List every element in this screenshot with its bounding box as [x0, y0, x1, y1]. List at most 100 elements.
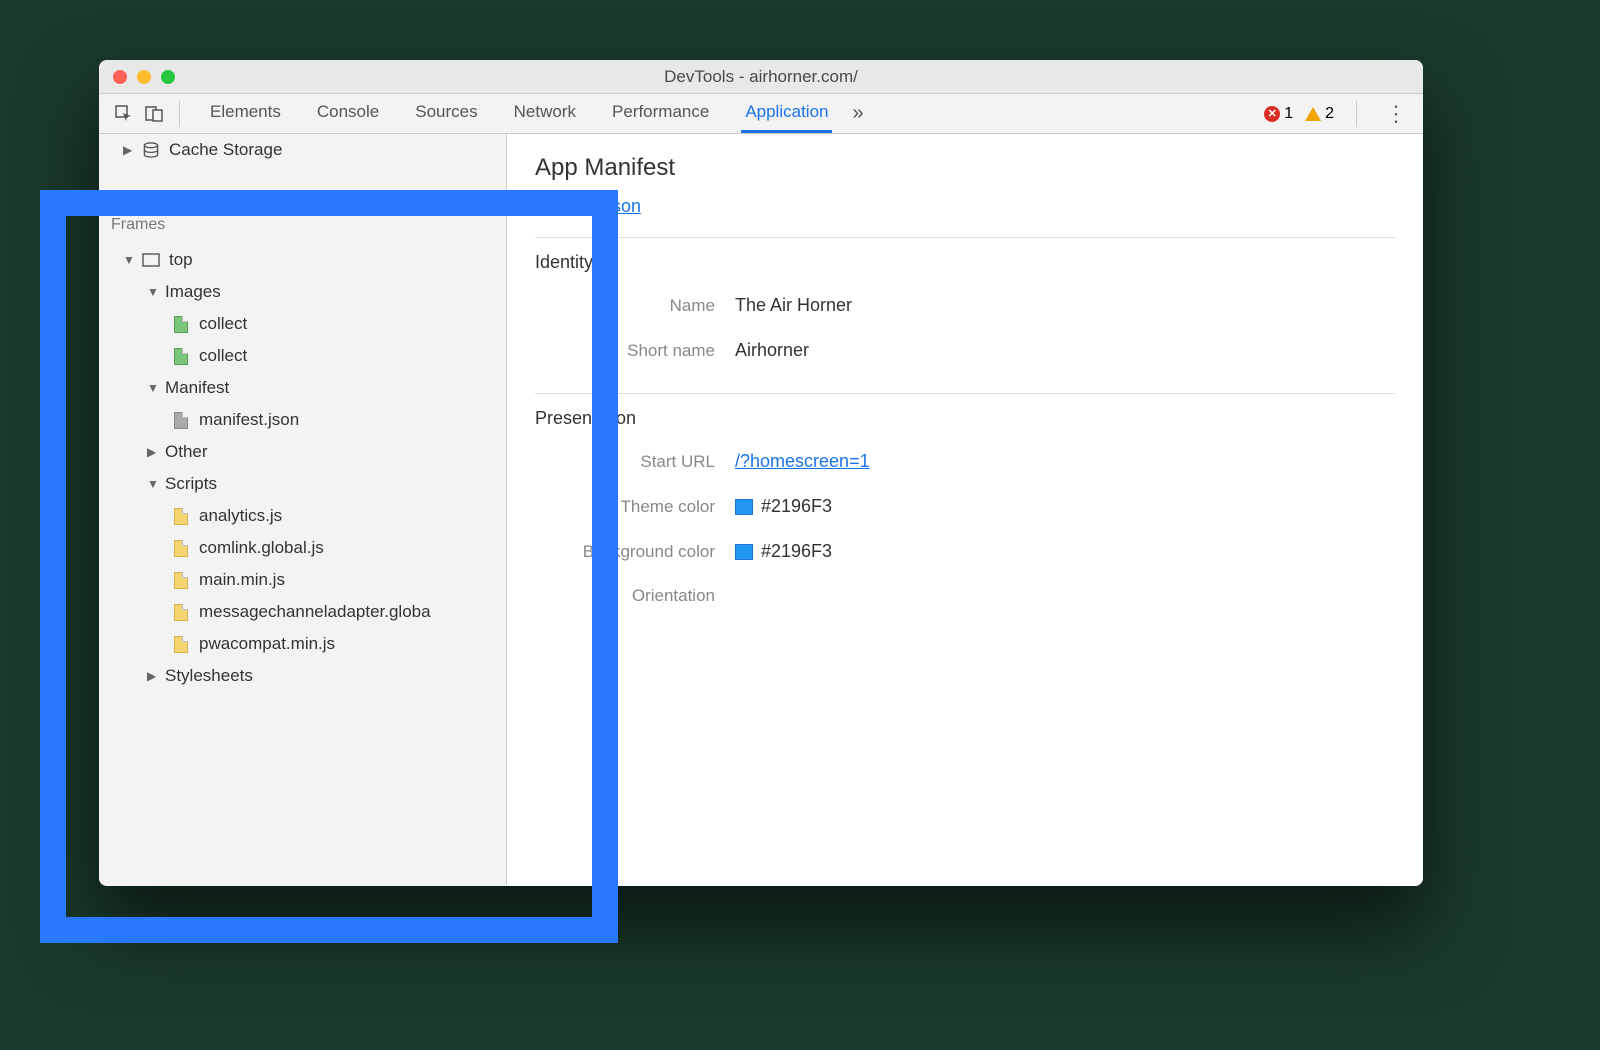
page-title: App Manifest: [535, 154, 1395, 182]
frame-top[interactable]: top: [99, 244, 506, 276]
script-file-icon: [171, 635, 191, 653]
identity-section-title: Identity: [535, 237, 1395, 283]
warning-count[interactable]: 2: [1305, 105, 1334, 123]
group-scripts-label: Scripts: [165, 474, 217, 494]
start-url-value[interactable]: /?homescreen=1: [735, 451, 870, 472]
chevron-down-icon: [147, 381, 161, 395]
frame-icon: [141, 251, 161, 269]
group-stylesheets-label: Stylesheets: [165, 666, 253, 686]
file-label: pwacompat.min.js: [199, 634, 335, 654]
row-bg-color: Background color #2196F3: [535, 529, 1395, 574]
chevron-down-icon: [123, 253, 137, 267]
tab-network[interactable]: Network: [510, 94, 580, 133]
file-analytics[interactable]: analytics.js: [99, 500, 506, 532]
sidebar-item-cache-storage[interactable]: Cache Storage: [99, 134, 506, 166]
tab-performance[interactable]: Performance: [608, 94, 713, 133]
image-file-icon: [171, 347, 191, 365]
panel-body: Cache Storage Frames top Images collect: [99, 134, 1423, 886]
maximize-window-button[interactable]: [161, 70, 175, 84]
file-label: main.min.js: [199, 570, 285, 590]
file-label: collect: [199, 346, 247, 366]
toolbar-divider: [179, 101, 180, 127]
group-other[interactable]: Other: [99, 436, 506, 468]
sidebar: Cache Storage Frames top Images collect: [99, 134, 507, 886]
group-stylesheets[interactable]: Stylesheets: [99, 660, 506, 692]
group-scripts[interactable]: Scripts: [99, 468, 506, 500]
minimize-window-button[interactable]: [137, 70, 151, 84]
name-value: The Air Horner: [735, 295, 852, 316]
toolbar: Elements Console Sources Network Perform…: [99, 94, 1423, 134]
toolbar-divider-2: [1356, 101, 1357, 127]
frames-section-title: Frames: [99, 206, 506, 244]
presentation-section-title: Presentation: [535, 393, 1395, 439]
script-file-icon: [171, 507, 191, 525]
name-label: Name: [535, 296, 715, 316]
short-name-value: Airhorner: [735, 340, 809, 361]
script-file-icon: [171, 571, 191, 589]
group-manifest-label: Manifest: [165, 378, 229, 398]
frame-top-label: top: [169, 250, 193, 270]
cache-storage-label: Cache Storage: [169, 140, 282, 160]
chevron-down-icon: [147, 477, 161, 491]
file-label: analytics.js: [199, 506, 282, 526]
group-images[interactable]: Images: [99, 276, 506, 308]
file-collect-1[interactable]: collect: [99, 308, 506, 340]
inspect-element-icon[interactable]: [109, 99, 139, 129]
image-file-icon: [171, 315, 191, 333]
script-file-icon: [171, 603, 191, 621]
window-title: DevTools - airhorner.com/: [99, 67, 1423, 87]
tab-sources[interactable]: Sources: [411, 94, 481, 133]
warning-icon: [1305, 107, 1321, 121]
bg-color-swatch: [735, 544, 753, 560]
file-messagechannel[interactable]: messagechanneladapter.globa: [99, 596, 506, 628]
file-label: collect: [199, 314, 247, 334]
theme-color-label: Theme color: [535, 497, 715, 517]
row-orientation: Orientation: [535, 574, 1395, 618]
file-label: comlink.global.js: [199, 538, 324, 558]
chevron-down-icon: [147, 285, 161, 299]
toolbar-right: ✕ 1 2 ⋮: [1264, 101, 1413, 127]
file-collect-2[interactable]: collect: [99, 340, 506, 372]
tab-console[interactable]: Console: [313, 94, 383, 133]
script-file-icon: [171, 539, 191, 557]
bg-color-label: Background color: [535, 542, 715, 562]
error-count[interactable]: ✕ 1: [1264, 105, 1293, 123]
group-other-label: Other: [165, 442, 208, 462]
close-window-button[interactable]: [113, 70, 127, 84]
file-label: messagechanneladapter.globa: [199, 602, 431, 622]
chevron-right-icon: [147, 445, 161, 459]
warning-count-value: 2: [1325, 105, 1334, 123]
bg-color-value: #2196F3: [761, 541, 832, 562]
row-theme-color: Theme color #2196F3: [535, 484, 1395, 529]
file-pwacompat[interactable]: pwacompat.min.js: [99, 628, 506, 660]
chevron-right-icon: [123, 143, 137, 157]
devtools-window: DevTools - airhorner.com/ Elements Conso…: [99, 60, 1423, 886]
manifest-link[interactable]: manifest.json: [535, 196, 641, 216]
error-count-value: 1: [1284, 105, 1293, 123]
window-controls: [113, 70, 175, 84]
row-name: Name The Air Horner: [535, 283, 1395, 328]
row-start-url: Start URL /?homescreen=1: [535, 439, 1395, 484]
device-toggle-icon[interactable]: [139, 99, 169, 129]
file-comlink[interactable]: comlink.global.js: [99, 532, 506, 564]
theme-color-value: #2196F3: [761, 496, 832, 517]
database-icon: [141, 141, 161, 159]
orientation-label: Orientation: [535, 586, 715, 606]
file-label: manifest.json: [199, 410, 299, 430]
document-file-icon: [171, 411, 191, 429]
group-manifest[interactable]: Manifest: [99, 372, 506, 404]
frames-tree: top Images collect collect Manifest: [99, 244, 506, 692]
file-main[interactable]: main.min.js: [99, 564, 506, 596]
row-short-name: Short name Airhorner: [535, 328, 1395, 373]
file-manifest[interactable]: manifest.json: [99, 404, 506, 436]
error-icon: ✕: [1264, 106, 1280, 122]
start-url-label: Start URL: [535, 452, 715, 472]
short-name-label: Short name: [535, 341, 715, 361]
group-images-label: Images: [165, 282, 221, 302]
more-tabs-icon[interactable]: »: [852, 102, 863, 125]
tab-application[interactable]: Application: [741, 94, 832, 133]
panel-tabs: Elements Console Sources Network Perform…: [206, 94, 832, 133]
tab-elements[interactable]: Elements: [206, 94, 285, 133]
more-options-icon[interactable]: ⋮: [1379, 101, 1413, 127]
chevron-right-icon: [147, 669, 161, 683]
